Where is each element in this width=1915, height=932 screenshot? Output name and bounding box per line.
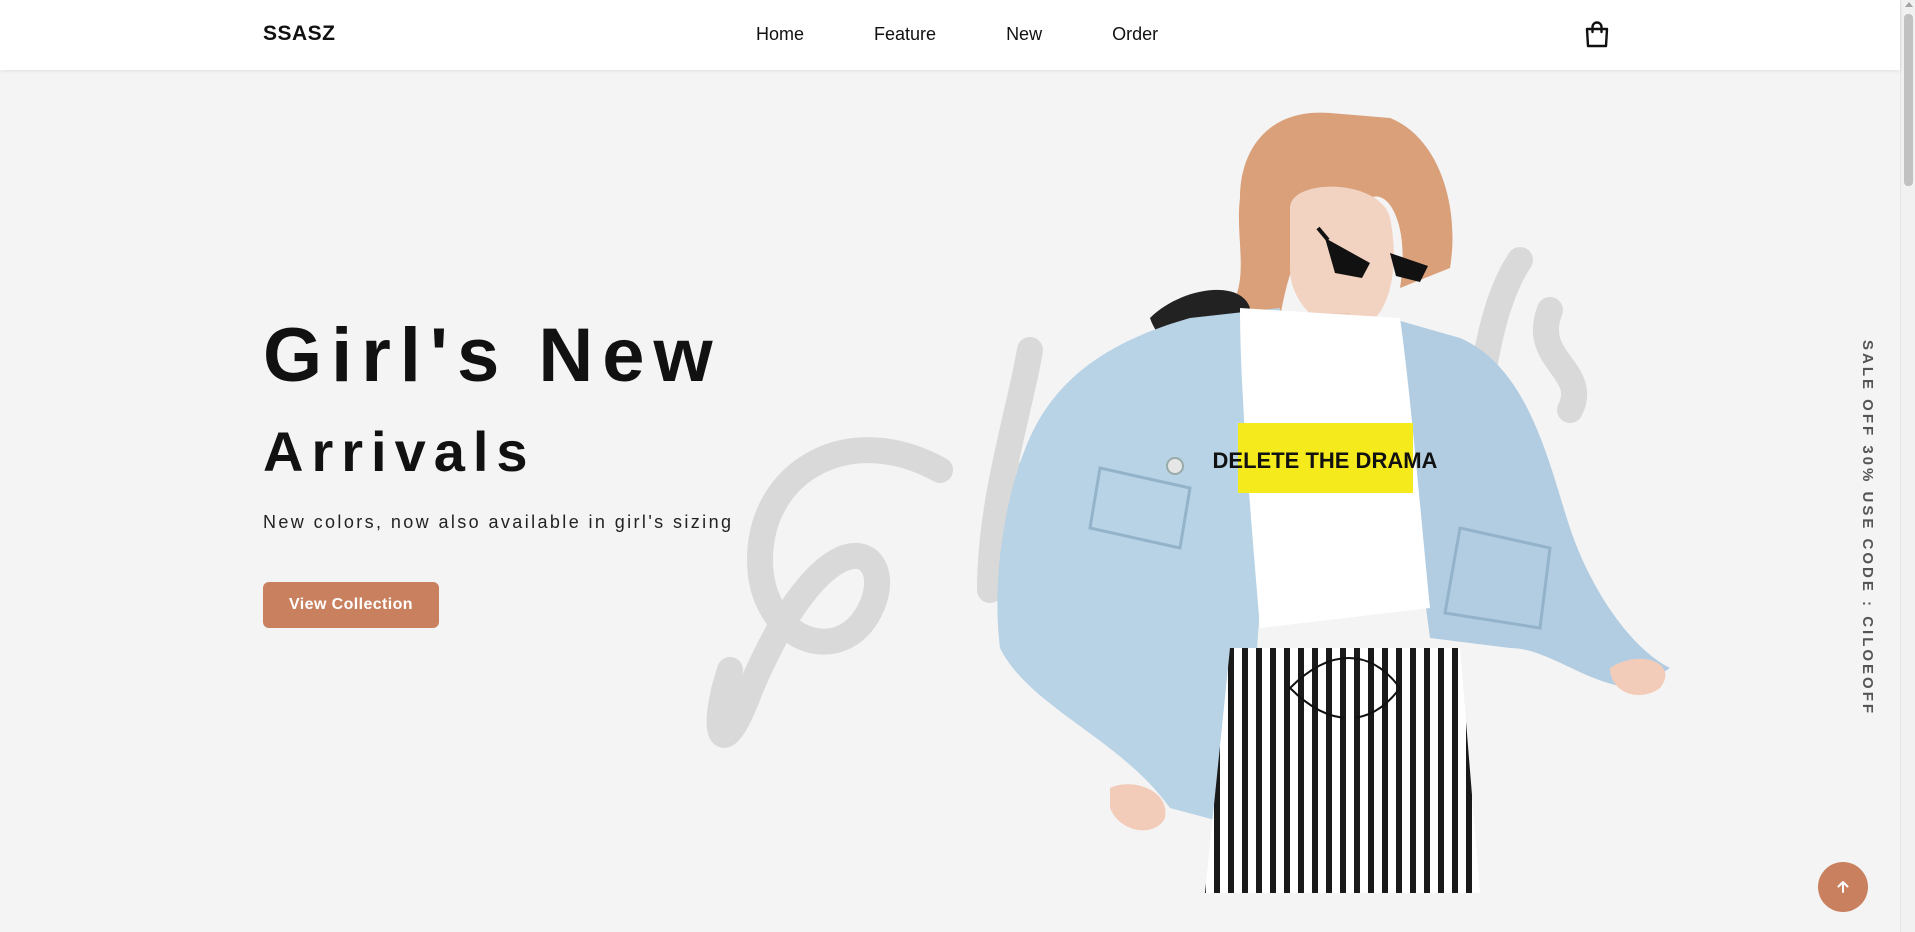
nav-feature[interactable]: Feature <box>874 24 936 45</box>
nav-order[interactable]: Order <box>1112 24 1158 45</box>
page-scrollbar[interactable] <box>1900 0 1915 932</box>
scrollbar-thumb[interactable] <box>1904 14 1913 186</box>
sale-side-banner: SALE OFF 30% USE CODE : CILOEOFF <box>1859 340 1876 717</box>
hero-title-line2: Arrivals <box>263 420 536 483</box>
main-nav: Home Feature New Order <box>756 24 1158 45</box>
hero-title: Girl's New <box>263 313 722 398</box>
hero-model-image: DELETE THE DRAMA <box>997 112 1670 893</box>
arrow-up-icon <box>1837 881 1849 893</box>
scroll-up-arrow-icon[interactable] <box>1905 2 1913 7</box>
shirt-print-text: DELETE THE DRAMA <box>1213 448 1438 473</box>
site-header: SSASZ Home Feature New Order <box>0 0 1900 70</box>
view-collection-button[interactable]: View Collection <box>263 582 439 628</box>
nav-home[interactable]: Home <box>756 24 804 45</box>
nav-new[interactable]: New <box>1006 24 1042 45</box>
shopping-bag-icon[interactable] <box>1583 20 1611 48</box>
hero-subtitle: New colors, now also available in girl's… <box>263 512 734 532</box>
site-logo[interactable]: SSASZ <box>263 22 336 46</box>
scroll-to-top-button[interactable] <box>1818 862 1868 912</box>
